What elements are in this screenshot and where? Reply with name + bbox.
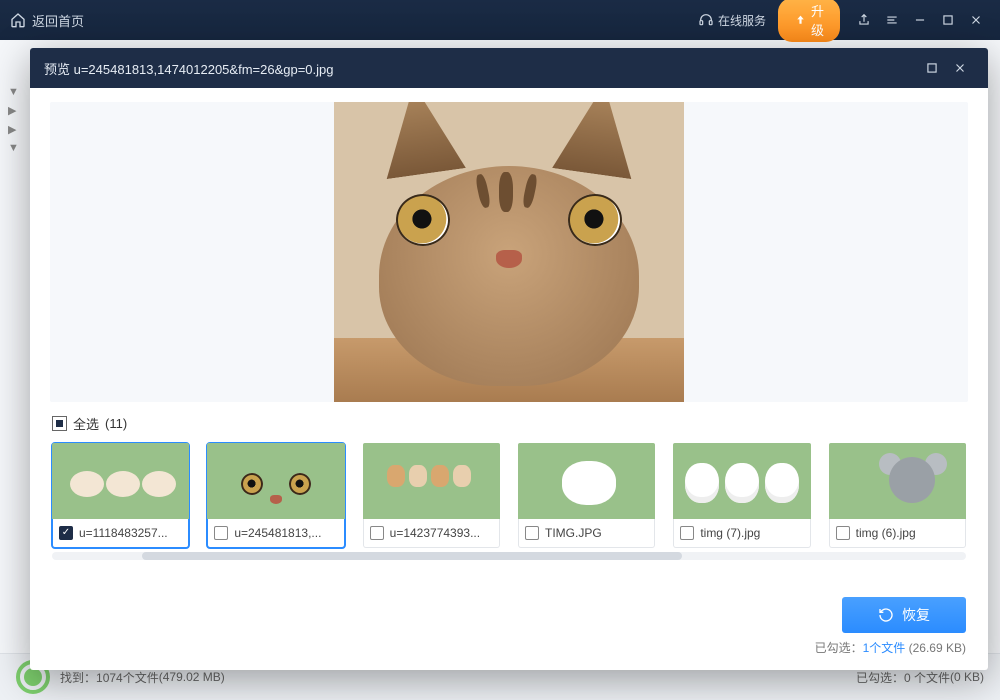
thumbnail-strip: u=1118483257... u=245481813,... u=142377… xyxy=(30,435,988,552)
home-label: 返回首页 xyxy=(32,11,84,30)
thumb-image xyxy=(363,443,500,519)
app-titlebar: 返回首页 在线服务 升级 xyxy=(0,0,1000,40)
thumb-label: timg (6).jpg xyxy=(856,526,916,540)
modal-titlebar: 预览 u=245481813,1474012205&fm=26&gp=0.jpg xyxy=(30,48,988,88)
thumb-item[interactable]: timg (7).jpg xyxy=(673,443,810,548)
thumb-item[interactable]: timg (6).jpg xyxy=(829,443,966,548)
thumb-item[interactable]: TIMG.JPG xyxy=(518,443,655,548)
select-all-checkbox[interactable] xyxy=(52,416,67,431)
thumb-label: TIMG.JPG xyxy=(545,526,602,540)
upgrade-button[interactable]: 升级 xyxy=(778,0,840,42)
home-link[interactable]: 返回首页 xyxy=(10,11,84,30)
thumb-image xyxy=(673,443,810,519)
preview-modal: 预览 u=245481813,1474012205&fm=26&gp=0.jpg… xyxy=(30,48,988,670)
upgrade-label: 升级 xyxy=(811,1,824,39)
thumb-checkbox[interactable] xyxy=(59,526,73,540)
upgrade-icon xyxy=(794,14,807,27)
thumb-checkbox[interactable] xyxy=(836,526,850,540)
thumb-item[interactable]: u=1423774393... xyxy=(363,443,500,548)
maximize-button[interactable] xyxy=(934,6,962,34)
found-prefix: 找到： xyxy=(60,669,96,686)
thumb-label: u=1118483257... xyxy=(79,526,168,540)
thumb-image xyxy=(518,443,655,519)
select-all-label: 全选 xyxy=(73,414,99,433)
recover-label: 恢复 xyxy=(902,605,930,625)
found-size: (479.02 MB) xyxy=(159,670,225,684)
share-button[interactable] xyxy=(850,6,878,34)
close-button[interactable] xyxy=(962,6,990,34)
menu-button[interactable] xyxy=(878,6,906,34)
sidebar: ▼ ▶ ▶ ▼ xyxy=(0,80,30,160)
modal-title: 预览 u=245481813,1474012205&fm=26&gp=0.jpg xyxy=(44,59,334,78)
modal-maximize-button[interactable] xyxy=(918,54,946,82)
preview-area xyxy=(50,102,968,402)
thumb-label: timg (7).jpg xyxy=(700,526,760,540)
sidebar-item[interactable]: ▼ xyxy=(8,86,22,98)
recover-button[interactable]: 恢复 xyxy=(842,597,966,633)
thumb-image xyxy=(52,443,189,519)
found-files: 1074个文件 xyxy=(96,669,159,686)
selection-info: 已勾选：1个文件 (26.69 KB) xyxy=(815,639,966,656)
select-all-count: (11) xyxy=(105,416,127,431)
scrollbar-thumb[interactable] xyxy=(142,552,682,560)
recover-icon xyxy=(878,607,894,623)
footer-sel-count: 0 个文件 xyxy=(904,669,950,686)
thumb-checkbox[interactable] xyxy=(214,526,228,540)
thumb-checkbox[interactable] xyxy=(525,526,539,540)
sidebar-item[interactable]: ▶ xyxy=(8,104,22,117)
sidebar-item[interactable]: ▼ xyxy=(8,142,22,154)
thumb-item[interactable]: u=245481813,... xyxy=(207,443,344,548)
sidebar-item[interactable]: ▶ xyxy=(8,123,22,136)
modal-close-button[interactable] xyxy=(946,54,974,82)
minimize-button[interactable] xyxy=(906,6,934,34)
thumb-image xyxy=(829,443,966,519)
footer-sel-size: (0 KB) xyxy=(950,670,984,684)
online-service[interactable]: 在线服务 xyxy=(698,12,766,29)
thumb-label: u=245481813,... xyxy=(234,526,321,540)
home-icon xyxy=(10,12,26,28)
thumb-label: u=1423774393... xyxy=(390,526,480,540)
thumb-item[interactable]: u=1118483257... xyxy=(52,443,189,548)
app-body: ▼ ▶ ▶ ▼ 找到： 1074个文件 (479.02 MB) 已勾选： 0 个… xyxy=(0,40,1000,700)
preview-image xyxy=(334,102,684,402)
headset-icon xyxy=(698,12,714,28)
thumb-checkbox[interactable] xyxy=(370,526,384,540)
select-all-row[interactable]: 全选 (11) xyxy=(30,412,988,435)
thumb-image xyxy=(207,443,344,519)
thumb-checkbox[interactable] xyxy=(680,526,694,540)
thumb-scrollbar[interactable] xyxy=(52,552,966,560)
online-service-label: 在线服务 xyxy=(718,12,766,29)
modal-footer: 恢复 已勾选：1个文件 (26.69 KB) xyxy=(30,587,988,670)
footer-sel-prefix: 已勾选： xyxy=(856,669,904,686)
